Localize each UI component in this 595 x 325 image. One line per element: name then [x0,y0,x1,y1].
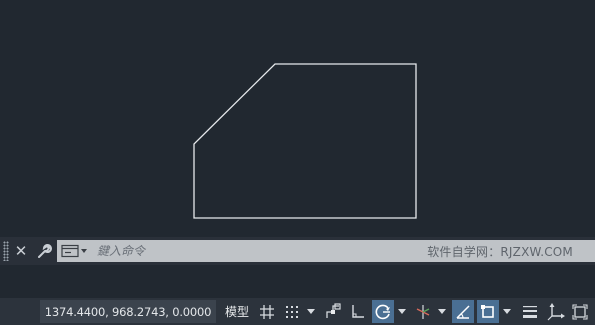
command-input[interactable] [91,241,403,261]
chamfered-rectangle[interactable] [193,63,417,219]
chevron-down-icon [398,308,406,314]
model-space-button[interactable]: 模型 [220,300,254,323]
watermark-text: 软件自学网：RJZXW.COM [427,245,573,259]
grid-toggle[interactable] [257,300,277,323]
viewport-icon [572,303,588,320]
wrench-icon[interactable] [35,241,53,261]
chevron-down-icon [438,308,446,314]
command-input-wrapper: 软件自学网：RJZXW.COM [57,240,595,262]
coordinates-readout[interactable]: 1374.4400, 968.2743, 0.0000 [40,300,216,323]
polar-dropdown[interactable] [396,300,408,323]
chevron-down-icon [307,308,315,314]
infer-icon [326,302,341,318]
tracking-icon [456,304,470,319]
ucs-icon [547,302,565,320]
snap-icon [286,305,298,318]
status-bar: 1374.4400, 968.2743, 0.0000 模型 [0,298,595,325]
snap-toggle[interactable] [281,300,303,323]
dynamic-ucs-toggle[interactable] [545,300,567,323]
infer-constraints-toggle[interactable] [322,300,344,323]
isodraft-toggle[interactable] [412,300,434,323]
viewport-toggle[interactable] [569,300,591,323]
polar-tracking-toggle[interactable] [372,300,394,323]
command-line: ✕ 软件自学网：RJZXW.COM [0,237,595,265]
object-snap-tracking-toggle[interactable] [452,300,474,323]
object-snap-toggle[interactable] [477,300,499,323]
lineweight-toggle[interactable] [519,300,541,323]
chevron-down-icon [503,308,511,314]
object-snap-dropdown[interactable] [501,300,513,323]
polar-icon [375,304,390,319]
drawing-svg [193,63,417,219]
drawing-canvas[interactable] [0,0,595,237]
close-icon[interactable]: ✕ [12,241,30,261]
grid-icon [260,304,274,319]
ortho-toggle[interactable] [347,300,369,323]
isodraft-icon [416,304,430,319]
snap-dropdown[interactable] [305,300,317,323]
object-snap-icon [481,304,494,318]
lineweight-icon [523,305,537,318]
isodraft-dropdown[interactable] [436,300,448,323]
command-prompt-icon[interactable] [61,243,89,259]
ortho-icon [352,304,364,318]
grip-icon[interactable] [3,241,9,261]
